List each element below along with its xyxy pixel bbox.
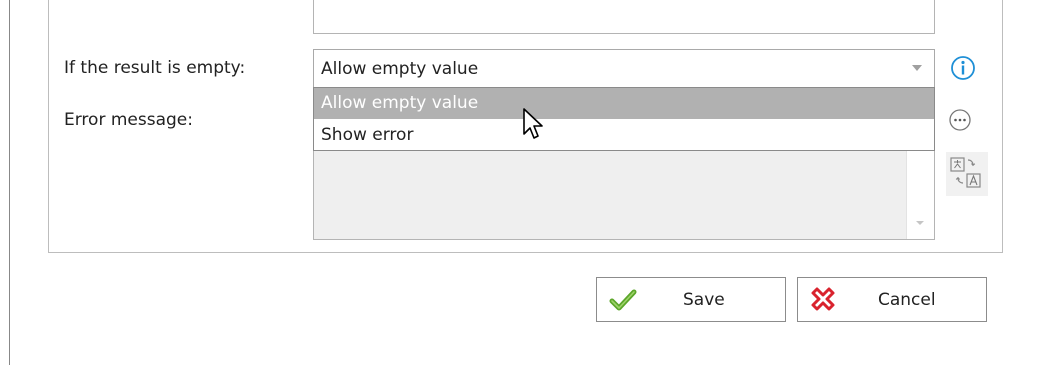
dropdown-option-label: Allow empty value [321,93,479,113]
error-message-scrollbar[interactable] [906,151,934,239]
dropdown-option-show-error[interactable]: Show error [314,120,934,150]
empty-result-dropdown-list: Allow empty value Show error [313,87,935,151]
mouse-pointer-icon [522,107,550,151]
empty-result-label: If the result is empty: [64,58,246,78]
more-options-icon[interactable] [948,108,972,136]
empty-result-select[interactable]: Allow empty value [313,49,935,88]
empty-result-select-value: Allow empty value [321,59,479,79]
checkmark-icon [609,289,637,311]
cancel-button[interactable]: Cancel [797,277,987,322]
cancel-x-icon [811,287,835,311]
translate-icon[interactable] [946,152,988,200]
error-message-label: Error message: [64,110,193,130]
dropdown-option-label: Show error [321,125,414,145]
save-button-label: Save [683,290,725,310]
cancel-button-label: Cancel [878,290,936,310]
previous-text-field[interactable] [313,0,935,34]
chevron-down-icon[interactable] [900,50,934,87]
error-message-field[interactable] [313,150,935,240]
info-icon[interactable] [950,55,976,85]
window-left-border [9,0,10,365]
save-button[interactable]: Save [596,277,786,322]
dropdown-option-allow-empty-value[interactable]: Allow empty value [314,88,934,119]
